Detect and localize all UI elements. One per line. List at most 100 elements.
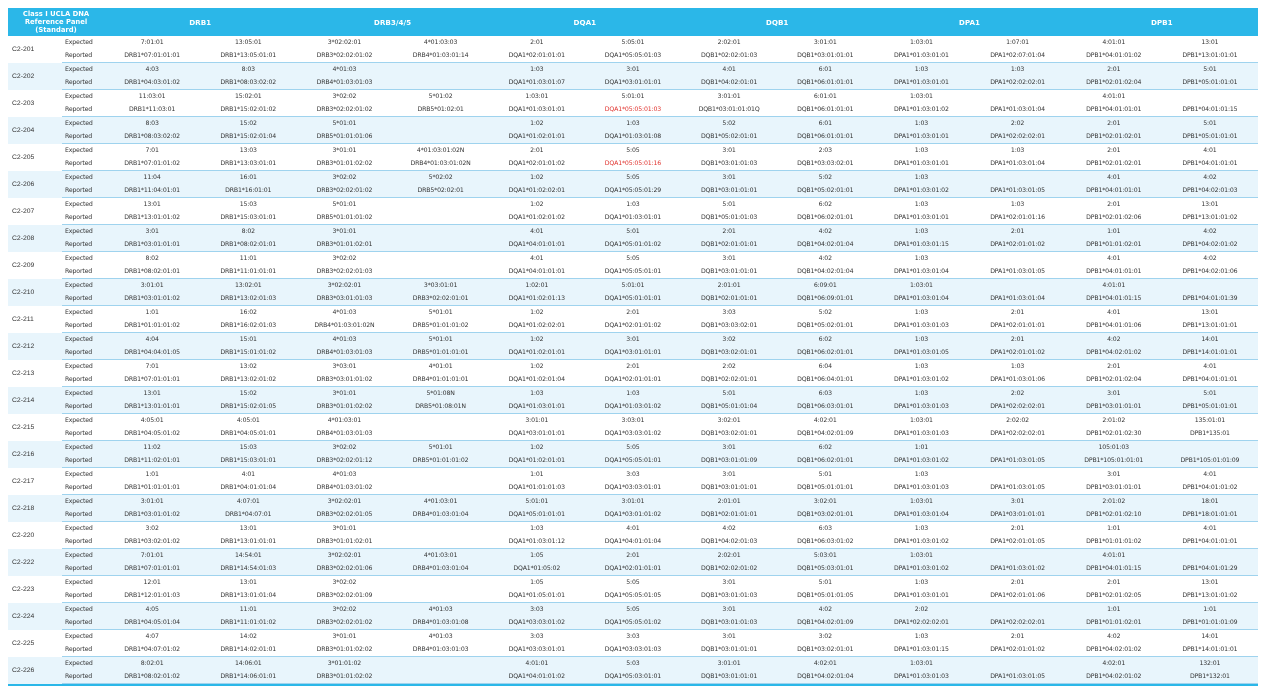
reported-allele: DQB1*03:01:01:03 [681, 616, 778, 630]
reported-allele: DQA1*01:02:01:02 [488, 211, 585, 225]
reported-allele: DQB1*04:02:01:04 [777, 265, 874, 279]
expected-label: Expected [62, 170, 105, 184]
expected-allele: 1:03:01 [873, 89, 970, 103]
reported-allele: DQA1*01:03:01:01 [488, 400, 585, 414]
expected-allele: 5:01 [1161, 386, 1258, 400]
reported-allele: DQB1*04:02:01:09 [777, 616, 874, 630]
reported-label: Reported [62, 103, 105, 117]
reported-allele: DQA1*03:03:01:02 [584, 427, 681, 441]
expected-label: Expected [62, 656, 105, 670]
expected-allele: 14:01 [1161, 629, 1258, 643]
reported-allele: DPB1*02:01:02:04 [1065, 373, 1162, 387]
expected-label: Expected [62, 359, 105, 373]
reported-allele: DQA1*01:02:01:13 [488, 292, 585, 306]
reported-allele: DRB4*01:03:01:02 [296, 481, 393, 495]
reported-allele: DPB1*02:01:02:04 [1065, 76, 1162, 90]
expected-allele: 5:01 [681, 197, 778, 211]
expected-allele: 2:02 [969, 386, 1066, 400]
expected-allele: 1:02 [488, 359, 585, 373]
reported-allele: DPA1*02:01:01:05 [969, 535, 1066, 549]
expected-allele: 5:05 [584, 170, 681, 184]
expected-allele: 6:01:01 [777, 89, 874, 103]
expected-allele: 4:01 [488, 251, 585, 265]
reported-allele: DQB1*03:01:01:01 [681, 481, 778, 495]
expected-allele [392, 521, 489, 535]
expected-allele: 5*02:02 [392, 170, 489, 184]
expected-allele: 132:01 [1161, 656, 1258, 670]
reported-allele: DQA1*03:01:01:01 [584, 346, 681, 360]
reported-row: Reported DRB1*08:03:02:02 DRB1*15:02:01:04… [8, 130, 1258, 144]
expected-allele: 1:03 [873, 170, 970, 184]
sample-id: C2-224 [8, 602, 62, 630]
reported-allele: DQB1*03:01:01:01 [777, 49, 874, 63]
reported-allele: DPA1*01:03:01:04 [969, 157, 1066, 171]
reported-allele: DPB1*04:01:01:01 [1161, 535, 1258, 549]
reported-allele: DRB1*16:01:01 [200, 184, 297, 198]
reported-label: Reported [62, 643, 105, 657]
reported-allele [392, 481, 489, 495]
reported-label: Reported [62, 616, 105, 630]
expected-allele: 4:02 [1161, 251, 1258, 265]
expected-row: C2-222 Expected 7:01:01 14:54:01 3*02:02:01 4… [8, 548, 1258, 576]
expected-label: Expected [62, 62, 105, 76]
expected-allele: 18:01 [1161, 494, 1258, 508]
expected-allele: 2:01:02 [1065, 494, 1162, 508]
reported-allele: DPB1*18:01:01:01 [1161, 508, 1258, 522]
reported-allele: DQA1*03:01:01:01 [584, 76, 681, 90]
reported-allele: DPB1*04:01:01:06 [1065, 319, 1162, 333]
expected-allele [1161, 89, 1258, 103]
reported-allele: DPB1*04:02:01:02 [1161, 238, 1258, 252]
reported-allele: DRB1*13:01:01:02 [104, 211, 201, 225]
expected-allele: 1:03 [873, 575, 970, 589]
sample-id: C2-205 [8, 143, 62, 171]
reported-allele: DRB5*01:01:01:02 [392, 319, 489, 333]
sample-group: C2-204 Expected 8:03 15:02 5*01:01 1:02 1:03 5:… [8, 116, 1258, 144]
reported-allele: DRB1*15:01:01:02 [200, 346, 297, 360]
expected-allele: 3*02:02 [296, 89, 393, 103]
reported-allele: DQA1*05:05:01:01 [584, 265, 681, 279]
reported-allele: DQA1*01:03:01:07 [488, 76, 585, 90]
reported-allele-mismatch: DQA1*05:05:01:03 [584, 103, 681, 117]
expected-allele: 1:01 [488, 467, 585, 481]
reported-allele: DRB1*13:02:01:02 [200, 373, 297, 387]
reported-allele: DRB3*02:02:01:02 [296, 49, 393, 63]
reported-allele: DRB1*12:01:01:03 [104, 589, 201, 603]
expected-allele: 7:01 [104, 359, 201, 373]
reported-allele: DPA1*01:03:01:03 [873, 400, 970, 414]
reported-allele: DQA1*05:05:01:29 [584, 184, 681, 198]
expected-label: Expected [62, 332, 105, 346]
reported-allele: DPB1*13:01:01:01 [1161, 49, 1258, 63]
reported-allele: DRB1*04:05:01:01 [200, 427, 297, 441]
expected-allele: 4:01 [1161, 521, 1258, 535]
expected-allele: 4:01 [1065, 170, 1162, 184]
expected-allele: 3:01 [681, 575, 778, 589]
expected-allele: 4:05:01 [200, 413, 297, 427]
sample-id: C2-210 [8, 278, 62, 306]
reported-allele: DPA1*01:03:01:01 [873, 211, 970, 225]
reported-label: Reported [62, 508, 105, 522]
reported-allele: DQA1*01:01:01:03 [488, 481, 585, 495]
reported-allele: DRB1*13:02:01:03 [200, 292, 297, 306]
reported-allele [392, 589, 489, 603]
expected-row: C2-215 Expected 4:05:01 4:05:01 4*01:03:01 3:… [8, 413, 1258, 441]
sample-id: C2-204 [8, 116, 62, 144]
expected-allele: 3*02:02:01 [296, 548, 393, 562]
reported-allele: DRB1*03:01:01:02 [104, 508, 201, 522]
reported-allele: DQB1*02:02:01:03 [681, 49, 778, 63]
reported-label: Reported [62, 454, 105, 468]
expected-row: C2-226 Expected 8:02:01 14:06:01 3*01:01:02 4… [8, 656, 1258, 684]
expected-allele: 2:01 [584, 359, 681, 373]
reported-allele: DQA1*01:02:01:01 [488, 454, 585, 468]
expected-allele: 3:03 [681, 305, 778, 319]
expected-allele [969, 656, 1066, 670]
expected-allele: 1:03 [969, 62, 1066, 76]
reported-allele: DQB1*05:03:01:01 [777, 562, 874, 576]
sample-group: C2-209 Expected 8:02 11:01 3*02:02 4:01 5:05 3:… [8, 251, 1258, 279]
reported-allele: DQB1*06:09:01:01 [777, 292, 874, 306]
reported-allele: DPB1*01:01:01:09 [1161, 616, 1258, 630]
reported-allele: DPA1*01:03:01:02 [873, 373, 970, 387]
expected-allele: 3:03 [488, 629, 585, 643]
reported-allele: DRB1*04:07:01 [200, 508, 297, 522]
expected-allele: 5:05 [584, 143, 681, 157]
expected-allele [392, 656, 489, 670]
